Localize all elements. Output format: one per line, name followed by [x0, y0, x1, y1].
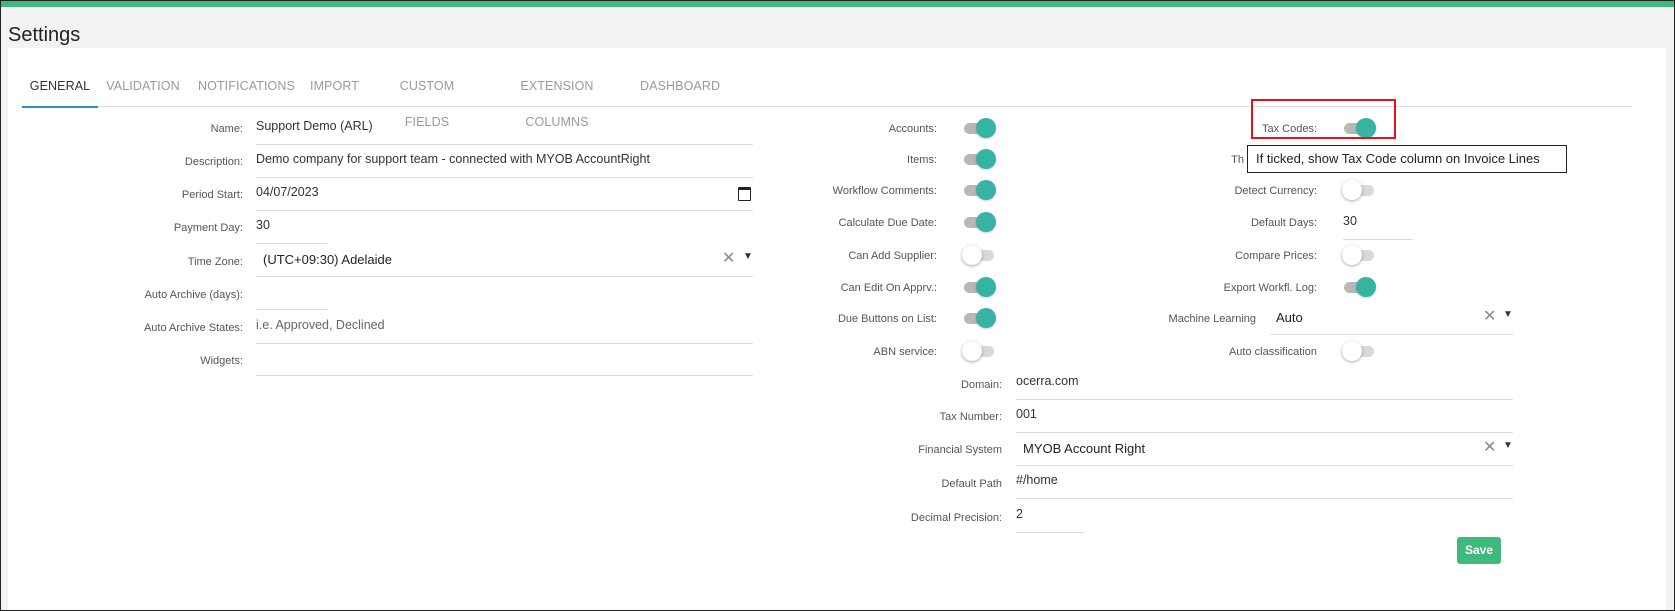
due-buttons-on-list-toggle[interactable] — [962, 307, 996, 329]
hidden-setting-label: Th — [1231, 154, 1244, 166]
calculate-due-date-toggle[interactable] — [962, 211, 996, 233]
time-zone-clear-icon[interactable]: ✕ — [722, 248, 735, 268]
tab-general[interactable]: GENERAL — [22, 68, 98, 108]
accounts-toggle[interactable] — [962, 117, 996, 139]
save-button[interactable]: Save — [1457, 537, 1501, 564]
abn-service-label: ABN service: — [873, 346, 937, 358]
items-toggle[interactable] — [962, 148, 996, 170]
items-label: Items: — [907, 154, 937, 166]
description-label: Description: — [184, 156, 243, 168]
time-zone-label: Time Zone: — [187, 256, 243, 268]
can-edit-on-apprv-toggle[interactable] — [962, 276, 996, 298]
tab-notifications[interactable]: NOTIFICATIONS — [198, 68, 295, 106]
financial-system-select[interactable]: MYOB Account Right ✕ ▼ — [1016, 431, 1513, 466]
domain-field[interactable]: ocerra.com — [1016, 365, 1513, 400]
tab-import[interactable]: IMPORT — [310, 68, 359, 106]
can-edit-on-apprv-label: Can Edit On Apprv.: — [840, 282, 937, 294]
export-workflow-log-label: Export Workfl. Log: — [1223, 282, 1317, 294]
time-zone-select[interactable]: (UTC+09:30) Adelaide ✕ ▼ — [256, 242, 753, 277]
auto-archive-days-label: Auto Archive (days): — [144, 289, 243, 301]
workflow-comments-toggle[interactable] — [962, 179, 996, 201]
detect-currency-label: Detect Currency: — [1234, 185, 1317, 197]
tax-number-field[interactable]: 001 — [1016, 398, 1513, 433]
machine-learning-value: Auto — [1276, 310, 1303, 325]
financial-system-label: Financial System — [918, 444, 1002, 456]
tab-validation[interactable]: VALIDATION — [106, 68, 180, 106]
description-value: Demo company for support team - connecte… — [256, 152, 650, 166]
tax-number-value: 001 — [1016, 407, 1037, 421]
decimal-precision-label: Decimal Precision: — [910, 512, 1002, 524]
financial-system-clear-icon[interactable]: ✕ — [1483, 437, 1496, 457]
tab-custom-fields[interactable]: CUSTOM FIELDS — [380, 68, 474, 129]
machine-learning-clear-icon[interactable]: ✕ — [1483, 306, 1496, 326]
domain-label: Domain: — [961, 379, 1002, 391]
decimal-precision-value: 2 — [1016, 507, 1023, 521]
default-path-field[interactable]: #/home — [1016, 464, 1513, 499]
period-start-value: 04/07/2023 — [256, 185, 319, 199]
auto-archive-states-label: Auto Archive States: — [143, 322, 243, 334]
can-add-supplier-label: Can Add Supplier: — [848, 250, 937, 262]
default-path-value: #/home — [1016, 473, 1058, 487]
default-days-label: Default Days: — [1250, 217, 1317, 229]
chevron-down-icon[interactable]: ▼ — [1503, 309, 1513, 320]
auto-archive-states-placeholder: i.e. Approved, Declined — [256, 318, 385, 332]
time-zone-value: (UTC+09:30) Adelaide — [263, 252, 392, 267]
default-days-value: 30 — [1343, 214, 1357, 228]
widgets-field[interactable] — [256, 341, 753, 376]
auto-archive-days-field[interactable] — [256, 275, 327, 310]
payment-day-label: Payment Day: — [173, 222, 243, 234]
page-title: Settings — [8, 24, 81, 46]
machine-learning-label: Machine Learning — [1168, 313, 1256, 325]
tax-codes-tooltip: If ticked, show Tax Code column on Invoi… — [1247, 145, 1567, 173]
tax-number-label: Tax Number: — [939, 411, 1002, 423]
financial-system-value: MYOB Account Right — [1023, 441, 1146, 456]
default-path-label: Default Path — [941, 478, 1002, 490]
description-field[interactable]: Demo company for support team - connecte… — [256, 143, 753, 178]
abn-service-toggle[interactable] — [962, 340, 994, 362]
chevron-down-icon[interactable]: ▼ — [743, 251, 753, 262]
period-start-field[interactable]: 04/07/2023 — [256, 176, 753, 211]
name-value: Support Demo (ARL) — [256, 119, 373, 133]
machine-learning-select[interactable]: Auto ✕ ▼ — [1270, 300, 1513, 335]
due-buttons-on-list-label: Due Buttons on List: — [837, 313, 937, 325]
compare-prices-toggle[interactable] — [1342, 244, 1374, 266]
calendar-icon[interactable] — [738, 187, 751, 201]
can-add-supplier-toggle[interactable] — [962, 244, 994, 266]
default-days-field[interactable]: 30 — [1343, 205, 1413, 240]
chevron-down-icon[interactable]: ▼ — [1503, 440, 1513, 451]
top-accent-bar — [0, 0, 1675, 7]
domain-value: ocerra.com — [1016, 374, 1079, 388]
name-label: Name: — [210, 123, 243, 135]
tab-extension-columns[interactable]: EXTENSION COLUMNS — [494, 68, 620, 129]
accounts-label: Accounts: — [888, 123, 937, 135]
period-start-label: Period Start: — [181, 189, 243, 201]
decimal-precision-field[interactable]: 2 — [1016, 498, 1085, 533]
tax-codes-highlight — [1251, 99, 1396, 139]
auto-classification-label: Auto classification — [1228, 346, 1317, 358]
compare-prices-label: Compare Prices: — [1235, 250, 1317, 262]
auto-archive-states-field[interactable]: i.e. Approved, Declined — [256, 309, 753, 344]
tab-dashboard[interactable]: DASHBOARD — [640, 68, 720, 106]
payment-day-value: 30 — [256, 218, 270, 232]
widgets-label: Widgets: — [200, 355, 243, 367]
name-field[interactable]: Support Demo (ARL) — [256, 110, 753, 145]
calculate-due-date-label: Calculate Due Date: — [838, 217, 937, 229]
detect-currency-toggle[interactable] — [1342, 179, 1374, 201]
payment-day-field[interactable]: 30 — [256, 209, 327, 244]
workflow-comments-label: Workflow Comments: — [832, 185, 937, 197]
auto-classification-toggle[interactable] — [1342, 340, 1374, 362]
export-workflow-log-toggle[interactable] — [1342, 276, 1376, 298]
